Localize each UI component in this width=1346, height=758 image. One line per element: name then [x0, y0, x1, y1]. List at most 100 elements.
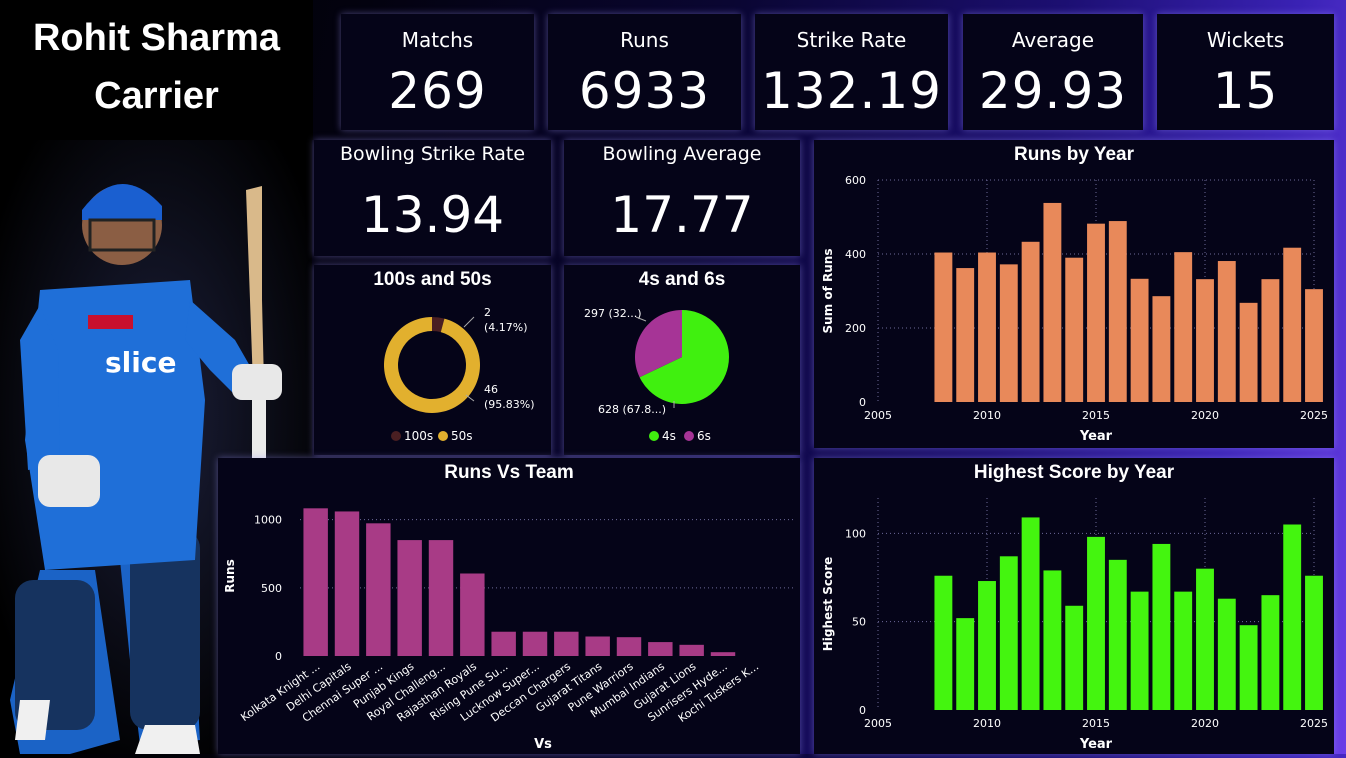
kpi-label: Matchs [401, 28, 474, 52]
legend-label: 6s [697, 429, 711, 443]
kpi-bowling-strike-rate: Bowling Strike Rate 13.94 [314, 140, 551, 256]
legend-marker [649, 431, 659, 441]
bar [1021, 517, 1040, 710]
data-label: 297 (32...) [584, 307, 642, 320]
svg-text:slice: slice [105, 346, 176, 379]
kpi-label: Bowling Strike Rate [339, 143, 526, 165]
bar [1174, 252, 1193, 402]
bar [1239, 625, 1258, 710]
y-axis-title: Highest Score [821, 557, 835, 652]
kpi-average: Average 29.93 [963, 14, 1143, 130]
legend-label: 4s [662, 429, 676, 443]
y-tick-label: 400 [845, 248, 866, 261]
bar [1108, 221, 1127, 402]
data-label: 46 [484, 383, 498, 396]
data-label: (95.83%) [484, 398, 535, 411]
legend-marker [391, 431, 401, 441]
x-axis-title: Vs [534, 737, 552, 752]
bar [1130, 278, 1149, 402]
bar [1130, 591, 1149, 710]
bar [522, 631, 548, 656]
bar [1261, 595, 1280, 710]
x-tick-label: 2020 [1191, 717, 1219, 730]
x-tick-label: 2020 [1191, 409, 1219, 422]
runs-vs-team-svg: 05001000Kolkata Knight ...Delhi Capitals… [223, 508, 794, 752]
kpi-value: 6933 [578, 62, 711, 120]
leader-line [465, 394, 475, 402]
page-title: Rohit Sharma [32, 17, 281, 59]
bar [1021, 241, 1040, 402]
bar [1305, 575, 1323, 710]
pie-chart: 297 (32...) 628 (67.8...) 4s 6s [584, 307, 729, 443]
bar [679, 644, 704, 656]
kpi-value: 17.77 [610, 186, 754, 244]
bar [934, 575, 953, 710]
y-tick-label: 1000 [254, 514, 282, 527]
bar [616, 637, 642, 656]
bar [1087, 223, 1105, 402]
kpi-value: 269 [388, 62, 487, 120]
y-tick-label: 0 [859, 704, 866, 717]
bar [491, 631, 516, 656]
chart-highest-score-by-year: Highest Score by Year 0 50 100 2005 2010 2015… [814, 458, 1334, 754]
y-tick-label: 0 [275, 650, 282, 663]
kpi-label: Wickets [1206, 28, 1285, 52]
highest-score-svg: 0 50 100 2005 2010 2015 2020 2025 Year Highest Sc… [821, 498, 1328, 752]
kpi-label: Bowling Average [602, 143, 762, 165]
y-tick-label: 0 [859, 396, 866, 409]
bar [978, 581, 996, 710]
bar [1283, 524, 1302, 710]
bar [1043, 570, 1062, 710]
legend-label: 100s [404, 429, 433, 443]
kpi-label: Strike Rate [796, 28, 907, 52]
legend-marker [684, 431, 694, 441]
bar [1196, 568, 1214, 710]
bar [303, 508, 328, 656]
bar [956, 268, 975, 402]
bar [1152, 296, 1171, 402]
bar [428, 540, 454, 656]
legend-marker [438, 431, 448, 441]
y-tick-label: 500 [261, 582, 282, 595]
data-label: 2 [484, 306, 491, 319]
chart-runs-by-year: Runs by Year 0 200 400 600 2005 2010 2015 2020 2… [814, 140, 1334, 448]
x-tick-label: 2025 [1300, 717, 1328, 730]
donut-chart: 2 (4.17%) 46 (95.83%) 100s 50s [384, 306, 535, 443]
bar [648, 642, 673, 656]
bar [956, 618, 975, 710]
bar [934, 252, 953, 402]
chart-runs-vs-team: Runs Vs Team 0 500 1000 Kolkata Knight ... D… [218, 458, 800, 754]
y-tick-label: 600 [845, 174, 866, 187]
kpi-bowling-average: Bowling Average 17.77 [564, 140, 800, 256]
x-tick-label: 2005 [864, 409, 892, 422]
y-tick-label: 200 [845, 322, 866, 335]
bar [999, 264, 1018, 402]
bar [397, 540, 422, 656]
bar [1196, 279, 1214, 402]
bar [1152, 543, 1171, 710]
x-tick-label: 2005 [864, 717, 892, 730]
bar [1239, 302, 1258, 402]
legend-label: 50s [451, 429, 473, 443]
bar [1217, 598, 1236, 710]
bar [1283, 247, 1302, 402]
kpi-label: Runs [620, 28, 669, 52]
x-tick-label: 2010 [973, 717, 1001, 730]
kpi-value: 13.94 [360, 186, 505, 244]
bar [1065, 257, 1084, 402]
chart-100s-50s: 100s and 50s 2 (4.17%) 46 (95.83%) 100s 50s [314, 265, 551, 455]
data-label: 628 (67.8...) [598, 403, 666, 416]
bar [366, 523, 391, 656]
leader-line [463, 316, 475, 328]
bar [1087, 536, 1105, 710]
kpi-value: 29.93 [978, 62, 1128, 120]
bar [978, 252, 996, 402]
kpi-value: 132.19 [761, 62, 942, 120]
bar [1305, 289, 1323, 402]
bar [710, 652, 736, 656]
donut-slice [384, 317, 480, 413]
kpi-strike-rate: Strike Rate 132.19 [755, 14, 948, 130]
kpi-matches: Matchs 269 [341, 14, 534, 130]
x-tick-label: 2015 [1082, 717, 1110, 730]
bar [1065, 605, 1084, 710]
